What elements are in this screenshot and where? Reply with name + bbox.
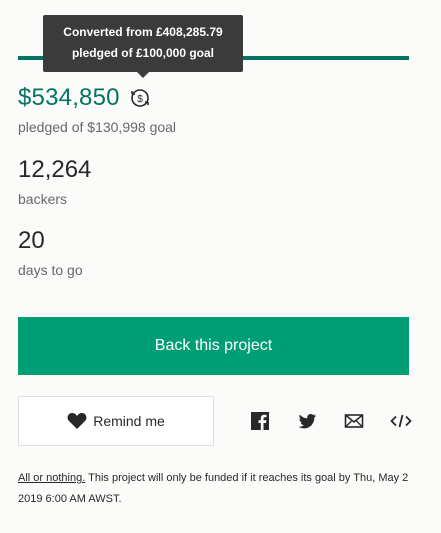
currency-conversion-tooltip: Converted from £408,285.79 pledged of £1…	[43, 15, 243, 72]
backers-count: 12,264	[18, 156, 92, 183]
twitter-icon[interactable]	[296, 410, 318, 432]
email-icon[interactable]	[343, 410, 365, 432]
remind-me-label: Remind me	[93, 413, 165, 429]
tooltip-line-converted: Converted from £408,285.79	[63, 25, 223, 39]
days-remaining: 20	[18, 227, 45, 254]
pledged-row: $534,850 $	[18, 84, 152, 112]
pledged-amount: $534,850	[18, 84, 120, 111]
all-or-nothing-notice: All or nothing. This project will only b…	[18, 468, 413, 510]
embed-icon[interactable]	[390, 410, 412, 432]
tooltip-line-goal: pledged of £100,000 goal	[71, 46, 215, 60]
remind-me-button[interactable]: Remind me	[18, 396, 214, 446]
all-or-nothing-link[interactable]: All or nothing.	[18, 472, 85, 484]
days-label: days to go	[18, 262, 83, 278]
pledged-goal-text: pledged of $130,998 goal	[18, 119, 177, 135]
heart-icon	[67, 413, 87, 429]
back-this-project-button[interactable]: Back this project	[18, 317, 409, 375]
tooltip-arrow	[137, 72, 149, 78]
currency-convert-icon[interactable]: $	[128, 86, 152, 110]
backers-label: backers	[18, 191, 68, 207]
svg-text:$: $	[137, 94, 143, 105]
facebook-icon[interactable]	[249, 410, 271, 432]
